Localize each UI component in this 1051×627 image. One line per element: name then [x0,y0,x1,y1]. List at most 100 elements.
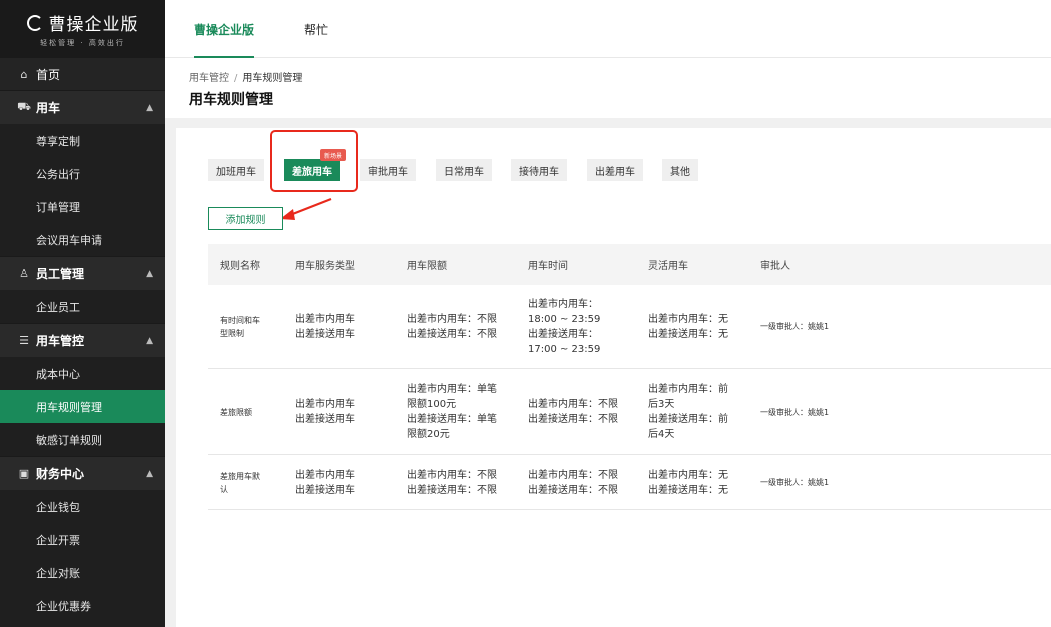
cell-text: 认 [220,484,228,494]
tab-help[interactable]: 帮忙 [304,0,328,58]
approver-cell: 一级审批人：姚姚1 [760,285,829,368]
column-header: 规则名称 [220,261,260,272]
cell-text: 一级审批人：姚姚1 [760,407,830,417]
flexible-cell: 出差市内用车：无 出差接送用车：无 [648,285,728,368]
cell-text: 出差接送用车：无 [648,328,728,340]
annotation-highlight-box [270,130,358,192]
cell-text: 限额20元 [407,429,450,440]
table-row[interactable]: 差旅用车默 认 出差市内用车 出差接送用车 出差市内用车：不限 出差接送用车：不… [208,456,1051,510]
column-header: 审批人 [760,261,790,272]
category-tab-approval[interactable]: 审批用车 [360,159,416,181]
sidebar-item-wallet[interactable]: 企业钱包 [0,490,165,523]
user-icon: ♙ [19,267,29,280]
column-header: 用车限额 [407,261,447,272]
sidebar-item-label: 企业钱包 [36,500,80,514]
cell-text: 出差市内用车：前 [648,384,728,395]
sidebar-group-label: 财务中心 [36,467,85,481]
cell-text: 后3天 [648,399,675,410]
cell-text: 出差接送用车 [295,484,355,496]
service-type-cell: 出差市内用车 出差接送用车 [295,370,355,454]
limit-cell: 出差市内用车：单笔 限额100元 出差接送用车：单笔 限额20元 [407,370,497,454]
cell-text: 出差市内用车： [528,298,598,310]
sidebar-item-orders[interactable]: 订单管理 [0,190,165,223]
tab-enterprise[interactable]: 曹操企业版 [194,0,255,58]
top-nav: 曹操企业版 帮忙 [165,0,1051,58]
sidebar-item-business-trip[interactable]: 公务出行 [0,157,165,190]
approver-cell: 一级审批人：姚姚1 [760,370,829,454]
flexible-cell: 出差市内用车：前 后3天 出差接送用车：前 后4天 [648,370,728,454]
sliders-icon: ☰ [19,334,29,347]
sidebar-item-label: 首页 [36,67,61,82]
category-tab-business[interactable]: 出差用车 [587,159,643,181]
cell-text: 型限制 [220,328,244,338]
brand-slogan: 轻松管理 · 高效出行 [40,39,125,47]
cell-text: 出差接送用车：单笔 [407,414,497,425]
table-row[interactable]: 差旅限额 出差市内用车 出差接送用车 出差市内用车：单笔 限额100元 出差接送… [208,370,1051,455]
category-tab-label: 审批用车 [368,166,408,178]
chevron-up-icon: ▲ [146,102,153,113]
sidebar-item-coupons[interactable]: 企业优惠券 [0,589,165,622]
sidebar-group-label: 用车管控 [36,334,85,348]
rules-panel: 加班用车 差旅用车 审批用车 日常用车 接待用车 出差用车 其他 新场景 添加规… [176,128,1051,627]
column-header: 用车服务类型 [295,261,355,272]
service-type-cell: 出差市内用车 出差接送用车 [295,285,355,368]
chevron-up-icon: ▲ [146,268,153,279]
sidebar-item-home[interactable]: ⌂ 首页 [0,58,165,90]
add-rule-button[interactable]: 添加规则 [208,207,283,230]
cell-text: 出差接送用车：无 [648,484,728,496]
brand-name: 曹操企业版 [48,15,139,35]
sidebar-group-car-control[interactable]: ☰ 用车管控 ▲ [0,323,165,357]
category-tab-reception[interactable]: 接待用车 [511,159,567,181]
annotation-arrow-icon [280,197,332,220]
sidebar-item-sensitive-orders[interactable]: 敏感订单规则 [0,423,165,456]
sidebar-item-invoice[interactable]: 企业开票 [0,523,165,556]
sidebar-group-label: 用车 [36,101,61,115]
cell-text: 出差市内用车：不限 [407,469,497,481]
time-cell: 出差市内用车：不限 出差接送用车：不限 [528,370,618,454]
table-header: 规则名称 用车服务类型 用车限额 用车时间 灵活用车 审批人 [208,244,1051,285]
sidebar-item-label: 企业开票 [36,533,80,547]
sidebar-item-reconcile[interactable]: 企业对账 [0,556,165,589]
limit-cell: 出差市内用车：不限 出差接送用车：不限 [407,285,497,368]
sidebar-item-label: 企业优惠券 [36,599,91,613]
sidebar-item-cost-center[interactable]: 成本中心 [0,357,165,390]
category-tab-overtime[interactable]: 加班用车 [208,159,264,181]
cell-text: 出差接送用车： [528,328,598,340]
sidebar-group-label: 员工管理 [36,267,85,281]
sidebar-group-finance[interactable]: ▣ 财务中心 ▲ [0,456,165,490]
sidebar-item-label: 企业对账 [36,566,80,580]
sidebar-item-meeting-car[interactable]: 会议用车申请 [0,223,165,256]
wallet-icon: ▣ [18,467,30,480]
sidebar-item-label: 敏感订单规则 [36,433,102,447]
home-icon: ⌂ [20,67,28,81]
cell-text: 17:00 ~ 23:59 [528,343,601,355]
column-header: 用车时间 [528,261,568,272]
service-type-cell: 出差市内用车 出差接送用车 [295,456,355,509]
breadcrumb-parent[interactable]: 用车管控 [189,73,229,84]
category-tab-other[interactable]: 其他 [662,159,698,181]
table-row[interactable]: 有时间和车 型限制 出差市内用车 出差接送用车 出差市内用车：不限 出差接送用车… [208,285,1051,369]
sidebar-group-car[interactable]: ⛟ 用车 ▲ [0,90,165,124]
cell-text: 18:00 ~ 23:59 [528,313,601,325]
time-cell: 出差市内用车： 18:00 ~ 23:59 出差接送用车： 17:00 ~ 23… [528,285,600,368]
sidebar-item-label: 企业员工 [36,300,80,314]
cell-text: 一级审批人：姚姚1 [760,478,830,487]
time-cell: 出差市内用车：不限 出差接送用车：不限 [528,456,618,509]
rule-name-cell: 有时间和车 型限制 [220,285,260,368]
cell-text: 限额100元 [407,399,457,410]
chevron-up-icon: ▲ [146,468,153,479]
rule-name-cell: 差旅限额 [220,370,252,454]
page-header: 用车管控 / 用车规则管理 用车规则管理 [165,58,1051,118]
cell-text: 出差接送用车 [295,414,355,425]
cell-text: 出差接送用车：不限 [528,484,618,496]
sidebar-item-premium[interactable]: 尊享定制 [0,124,165,157]
brand-logo[interactable]: 曹操企业版 轻松管理 · 高效出行 [0,0,165,58]
sidebar-item-employees[interactable]: 企业员工 [0,290,165,323]
sidebar-group-staff[interactable]: ♙ 员工管理 ▲ [0,256,165,290]
breadcrumb-current: 用车规则管理 [242,73,303,84]
sidebar-item-car-rules[interactable]: 用车规则管理 [0,390,165,423]
category-tab-label: 日常用车 [444,166,484,178]
breadcrumb-separator: / [234,73,238,84]
cell-text: 后4天 [648,429,675,440]
category-tab-daily[interactable]: 日常用车 [436,159,492,181]
